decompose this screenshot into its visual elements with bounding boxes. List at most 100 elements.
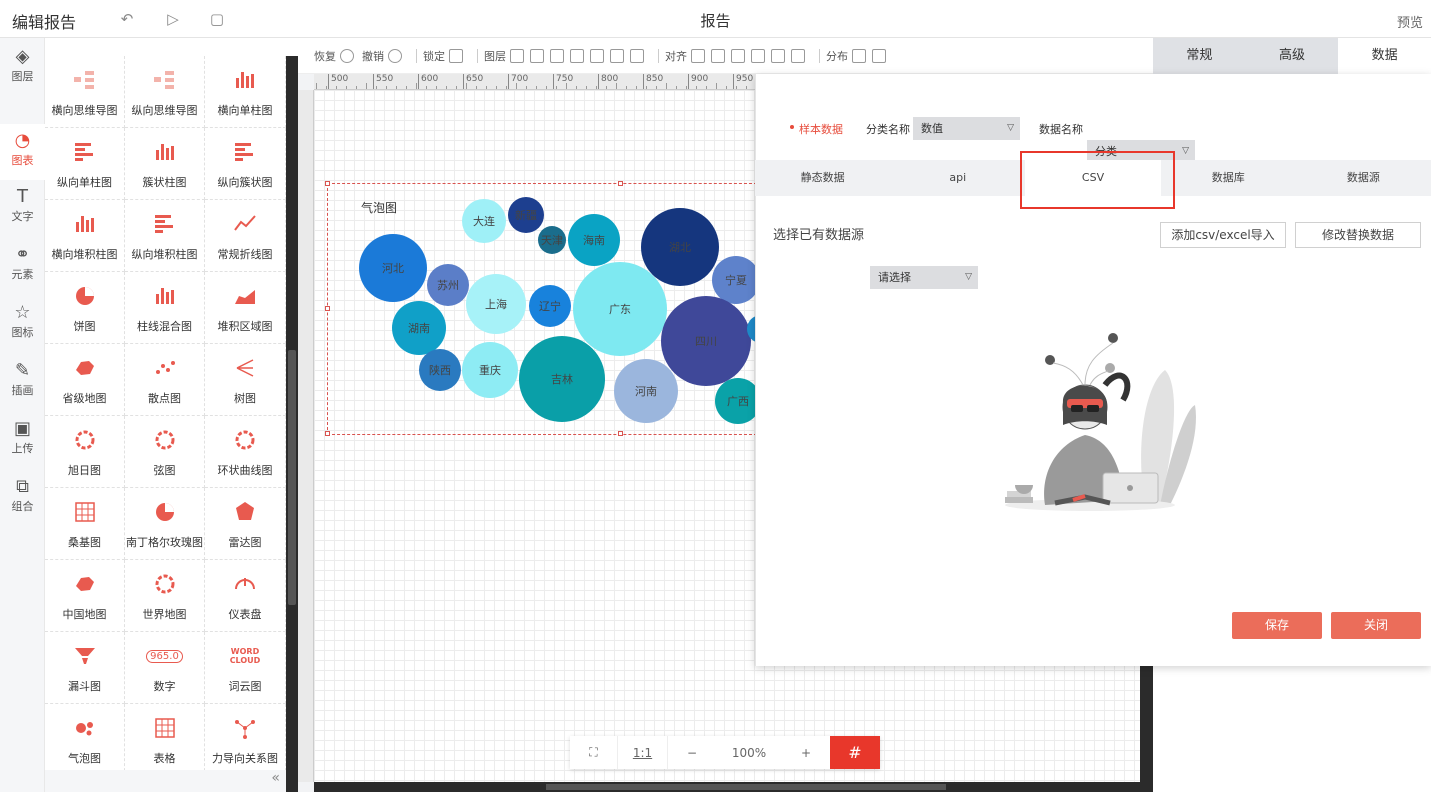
palette-item[interactable]: 横向单柱图 <box>205 56 286 128</box>
sample-data-link[interactable]: 样本数据 <box>799 121 843 137</box>
save-button[interactable]: 保存 <box>1232 612 1322 639</box>
palette-item[interactable]: 纵向思维导图 <box>125 56 205 128</box>
chart-type-icon <box>45 572 124 596</box>
palette-item[interactable]: 965.0 数字 <box>125 632 205 704</box>
align-center-icon[interactable] <box>711 48 725 63</box>
palette-item[interactable]: 横向堆积柱图 <box>45 200 125 272</box>
zoom-in-button[interactable]: + <box>782 736 830 769</box>
chart-type-icon <box>45 68 124 92</box>
palette-item[interactable]: 纵向单柱图 <box>45 128 125 200</box>
palette-item-label: 饼图 <box>73 320 96 333</box>
choose-source-select[interactable]: 请选择 ▽ <box>870 266 978 289</box>
canvas-h-scroll-thumb[interactable] <box>546 784 946 790</box>
ruler-minor-tick <box>476 86 477 89</box>
palette-item[interactable]: WORD CLOUD 词云图 <box>205 632 286 704</box>
palette-item[interactable]: 南丁格尔玫瑰图 <box>125 488 205 560</box>
chart-type-icon <box>125 212 204 236</box>
palette-item[interactable]: 横向思维导图 <box>45 56 125 128</box>
grid-toggle-icon[interactable]: # <box>830 736 880 769</box>
palette-item[interactable]: 纵向簇状图 <box>205 128 286 200</box>
category-select[interactable]: 数值 ▽ <box>913 117 1020 140</box>
canvas-v-scrollbar[interactable] <box>1140 660 1153 792</box>
ruler-minor-tick <box>676 86 677 89</box>
palette-item[interactable]: 堆积区域图 <box>205 272 286 344</box>
rail-item-5[interactable]: ✎ 插画 <box>0 354 45 410</box>
chart-type-icon <box>45 500 124 524</box>
layer-top-icon[interactable] <box>550 48 564 63</box>
layer-bottom-icon[interactable] <box>590 48 604 63</box>
actual-size-button[interactable]: 1:1 <box>618 736 668 769</box>
tab-api[interactable]: api <box>890 160 1025 196</box>
align-right-icon[interactable] <box>731 48 745 63</box>
undo-button[interactable]: 撤销 <box>362 48 404 64</box>
resize-handle[interactable] <box>325 431 330 436</box>
palette-item[interactable]: 雷达图 <box>205 488 286 560</box>
rail-item-4[interactable]: ☆ 图标 <box>0 296 45 352</box>
layer-group-icon[interactable] <box>510 48 524 63</box>
resize-handle[interactable] <box>618 181 623 186</box>
tab-database[interactable]: 数据库 <box>1161 160 1296 196</box>
palette-item[interactable]: 旭日图 <box>45 416 125 488</box>
palette-item[interactable]: 漏斗图 <box>45 632 125 704</box>
lock-button[interactable]: 锁定 <box>423 48 465 64</box>
align-left-icon[interactable] <box>691 48 705 63</box>
rail-item-0[interactable]: ◈ 图层 <box>0 40 45 96</box>
selected-component-frame[interactable] <box>325 181 757 436</box>
preview-button[interactable]: 预览 <box>1397 12 1423 31</box>
close-button[interactable]: 关闭 <box>1331 612 1421 639</box>
palette-item[interactable]: 中国地图 <box>45 560 125 632</box>
tab-advanced[interactable]: 高级 <box>1245 38 1339 74</box>
category-select-value: 数值 <box>921 122 943 135</box>
palette-item[interactable]: 环状曲线图 <box>205 416 286 488</box>
palette-item[interactable]: 柱线混合图 <box>125 272 205 344</box>
copy-icon[interactable] <box>630 48 644 63</box>
palette-item[interactable]: 常规折线图 <box>205 200 286 272</box>
ruler-minor-tick <box>646 86 647 89</box>
palette-item[interactable]: 气泡图 <box>45 704 125 770</box>
redo-button[interactable]: 恢复 <box>314 48 356 64</box>
rail-item-1[interactable]: ◔ 图表 <box>0 124 45 180</box>
modify-data-button[interactable]: 修改替换数据 <box>1295 222 1421 248</box>
layer-top-alt-icon[interactable] <box>570 48 584 63</box>
palette-item[interactable]: 树图 <box>205 344 286 416</box>
palette-item[interactable]: 省级地图 <box>45 344 125 416</box>
distribute-horizontal-icon[interactable] <box>852 48 866 63</box>
palette-item[interactable]: 桑基图 <box>45 488 125 560</box>
zoom-out-button[interactable]: − <box>668 736 716 769</box>
palette-item[interactable]: 仪表盘 <box>205 560 286 632</box>
rail-item-label: 图层 <box>11 70 34 83</box>
palette-item[interactable]: 弦图 <box>125 416 205 488</box>
palette-item[interactable]: 世界地图 <box>125 560 205 632</box>
resize-handle[interactable] <box>325 181 330 186</box>
tab-general[interactable]: 常规 <box>1153 38 1246 74</box>
tab-datasource[interactable]: 数据源 <box>1296 160 1431 196</box>
rail-item-7[interactable]: ⧉ 组合 <box>0 470 45 526</box>
align-bottom-icon[interactable] <box>791 48 805 63</box>
tab-static-data[interactable]: 静态数据 <box>755 160 890 196</box>
tab-data[interactable]: 数据 <box>1338 38 1431 74</box>
rail-item-2[interactable]: T 文字 <box>0 180 45 236</box>
palette-item[interactable]: 力导向关系图 <box>205 704 286 770</box>
rail-item-6[interactable]: ▣ 上传 <box>0 412 45 468</box>
palette-item[interactable]: 纵向堆积柱图 <box>125 200 205 272</box>
align-top-icon[interactable] <box>751 48 765 63</box>
palette-item-label: 气泡图 <box>68 752 101 765</box>
delete-icon[interactable] <box>610 48 624 63</box>
resize-handle[interactable] <box>325 306 330 311</box>
layer-up-icon[interactable] <box>530 48 544 63</box>
palette-scroll-thumb[interactable] <box>288 350 296 605</box>
palette-item-label: 漏斗图 <box>68 680 101 693</box>
fit-screen-icon[interactable]: ⛶ <box>570 736 618 769</box>
align-middle-icon[interactable] <box>771 48 785 63</box>
palette-item[interactable]: 表格 <box>125 704 205 770</box>
ruler-minor-tick <box>716 83 717 89</box>
palette-item[interactable]: 簇状柱图 <box>125 128 205 200</box>
ruler-minor-tick <box>616 83 617 89</box>
resize-handle[interactable] <box>618 431 623 436</box>
rail-item-3[interactable]: ⚭ 元素 <box>0 238 45 294</box>
distribute-vertical-icon[interactable] <box>872 48 886 63</box>
palette-item[interactable]: 散点图 <box>125 344 205 416</box>
palette-item[interactable]: 饼图 <box>45 272 125 344</box>
add-csv-button[interactable]: 添加csv/excel导入 <box>1160 222 1286 248</box>
collapse-palette-icon[interactable]: « <box>45 770 286 792</box>
